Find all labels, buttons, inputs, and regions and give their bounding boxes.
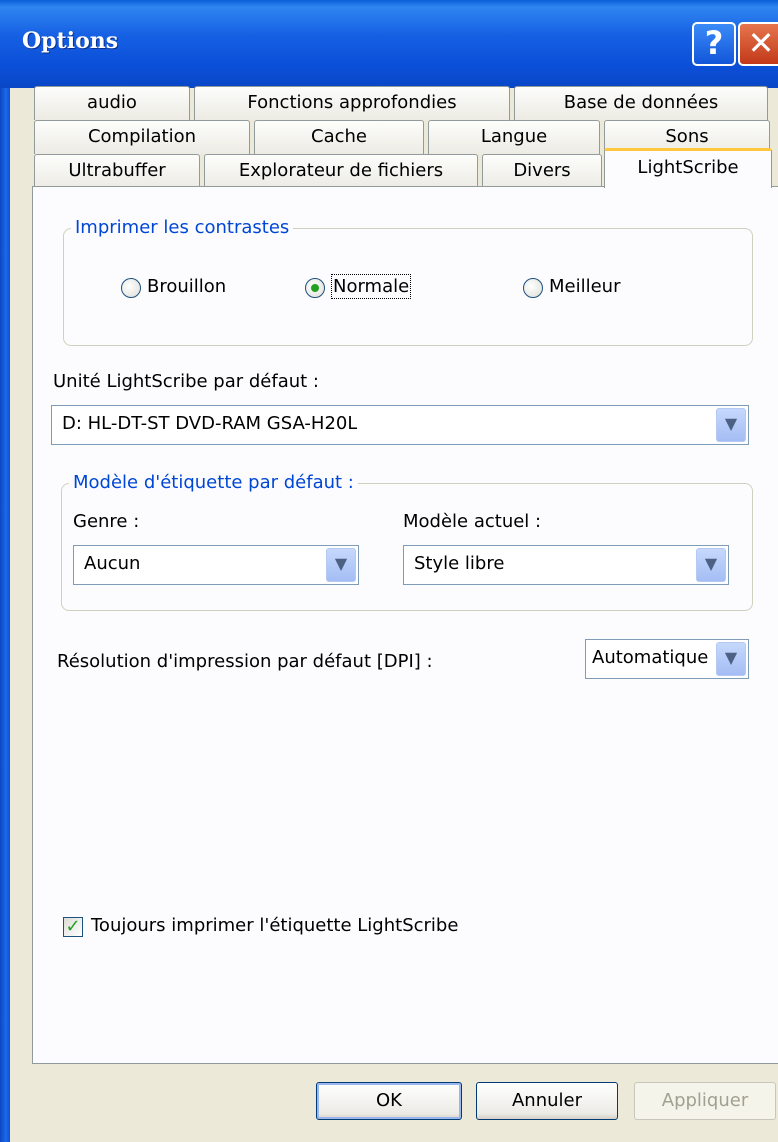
radio-meilleur[interactable] bbox=[523, 278, 543, 298]
tab-divers[interactable]: Divers bbox=[482, 154, 602, 188]
resolution-label: Résolution d'impression par défaut [DPI]… bbox=[57, 651, 433, 672]
title-bar[interactable]: Options ? ✕ bbox=[0, 0, 778, 88]
help-button[interactable]: ? bbox=[692, 22, 736, 66]
close-button[interactable]: ✕ bbox=[738, 22, 778, 66]
radio-meilleur-label[interactable]: Meilleur bbox=[549, 276, 621, 297]
chevron-down-icon[interactable]: ▼ bbox=[696, 548, 726, 582]
radio-normale-label[interactable]: Normale bbox=[330, 274, 412, 299]
apply-button[interactable]: Appliquer bbox=[634, 1082, 776, 1120]
question-icon: ? bbox=[704, 24, 724, 62]
default-drive-label: Unité LightScribe par défaut : bbox=[53, 371, 320, 392]
tab-langue[interactable]: Langue bbox=[428, 120, 600, 154]
close-icon: ✕ bbox=[747, 24, 775, 62]
genre-select[interactable]: Aucun ▼ bbox=[73, 545, 359, 585]
always-print-label[interactable]: Toujours imprimer l'étiquette LightScrib… bbox=[91, 915, 458, 936]
tab-lightscribe[interactable]: LightScribe bbox=[604, 148, 772, 188]
radio-brouillon-label[interactable]: Brouillon bbox=[147, 276, 226, 297]
tab-base-de-donnees[interactable]: Base de données bbox=[514, 86, 768, 120]
default-drive-select[interactable]: D: HL-DT-ST DVD-RAM GSA-H20L ▼ bbox=[51, 405, 749, 445]
label-template-title: Modèle d'étiquette par défaut : bbox=[69, 472, 358, 493]
default-drive-value: D: HL-DT-ST DVD-RAM GSA-H20L bbox=[62, 413, 358, 434]
tab-fonctions-approfondies[interactable]: Fonctions approfondies bbox=[194, 86, 510, 120]
radio-normale[interactable] bbox=[305, 278, 325, 298]
chevron-down-icon[interactable]: ▼ bbox=[326, 548, 356, 582]
checkmark-icon: ✓ bbox=[65, 916, 81, 937]
chevron-down-icon[interactable]: ▼ bbox=[716, 408, 746, 442]
resolution-value: Automatique bbox=[592, 647, 709, 668]
tab-explorateur-de-fichiers[interactable]: Explorateur de fichiers bbox=[204, 154, 478, 188]
radio-brouillon[interactable] bbox=[121, 278, 141, 298]
model-value: Style libre bbox=[414, 553, 505, 574]
tab-compilation[interactable]: Compilation bbox=[34, 120, 250, 154]
genre-value: Aucun bbox=[84, 553, 141, 574]
chevron-down-icon[interactable]: ▼ bbox=[716, 642, 746, 676]
options-dialog: Options ? ✕ audio Fonctions approfondies… bbox=[0, 0, 778, 1142]
print-contrast-title: Imprimer les contrastes bbox=[71, 217, 294, 238]
tab-audio[interactable]: audio bbox=[34, 86, 190, 120]
always-print-checkbox[interactable]: ✓ bbox=[63, 917, 83, 937]
window-title: Options bbox=[22, 28, 119, 54]
tab-cache[interactable]: Cache bbox=[254, 120, 424, 154]
model-select[interactable]: Style libre ▼ bbox=[403, 545, 729, 585]
ok-button[interactable]: OK bbox=[316, 1082, 462, 1120]
genre-label: Genre : bbox=[73, 511, 140, 532]
window-border bbox=[0, 88, 10, 1142]
lightscribe-panel: Imprimer les contrastes Brouillon Normal… bbox=[32, 186, 778, 1064]
model-label: Modèle actuel : bbox=[403, 511, 542, 532]
cancel-button[interactable]: Annuler bbox=[476, 1082, 618, 1120]
tab-ultrabuffer[interactable]: Ultrabuffer bbox=[34, 154, 200, 188]
radio-selected-dot bbox=[311, 284, 319, 292]
resolution-select[interactable]: Automatique ▼ bbox=[585, 639, 749, 679]
